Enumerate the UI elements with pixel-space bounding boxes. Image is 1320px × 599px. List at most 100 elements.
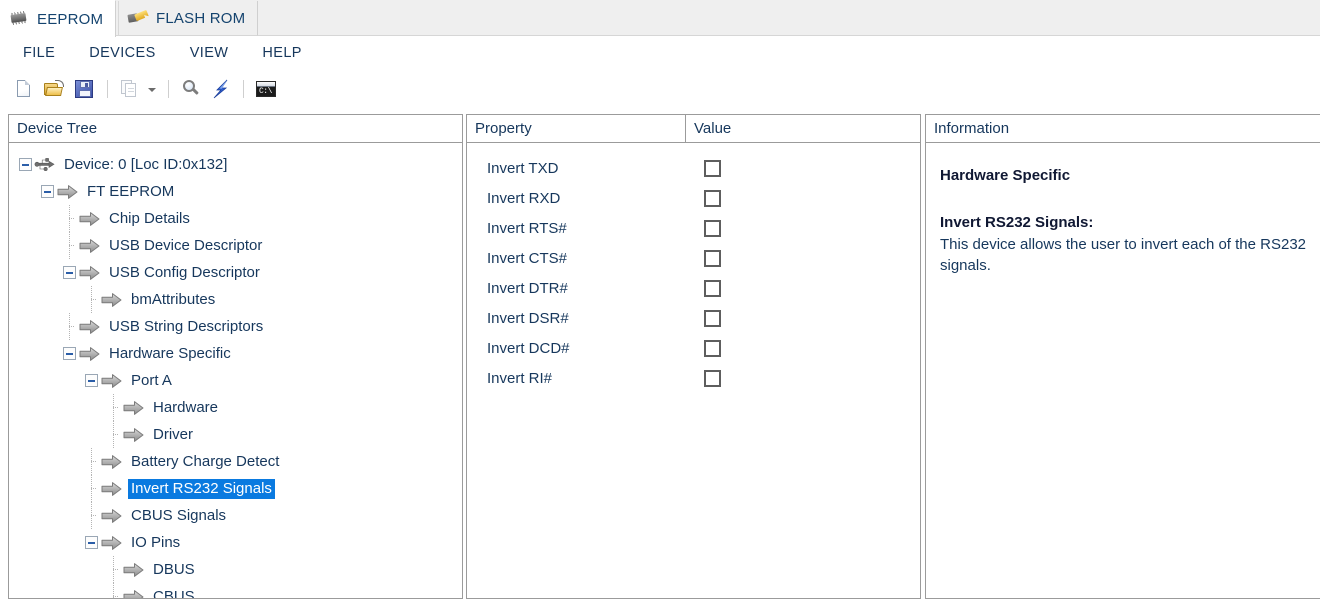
collapse-minus-icon[interactable] [85, 374, 98, 387]
tree-item-label: Invert RS232 Signals [128, 478, 275, 499]
property-value [685, 159, 920, 177]
tab-eeprom[interactable]: EEPROM [0, 0, 117, 37]
property-name: Invert RXD [487, 189, 561, 207]
tree-guide-line [85, 502, 98, 529]
arrow-icon [122, 588, 146, 598]
checkbox-invert-rxd[interactable] [704, 189, 721, 207]
checkbox-invert-txd[interactable] [704, 159, 721, 177]
tree-item-cbus-signals[interactable]: CBUS Signals [9, 502, 462, 529]
tree-item-cbus[interactable]: CBUS [9, 583, 462, 598]
tree-item-hardware-specific[interactable]: Hardware Specific [9, 340, 462, 367]
menu-devices[interactable]: DEVICES [88, 43, 156, 63]
column-header-property[interactable]: Property [467, 115, 686, 142]
collapse-minus-icon[interactable] [85, 536, 98, 549]
tree-item-invert-rs232-signals[interactable]: Invert RS232 Signals [9, 475, 462, 502]
chip-icon [8, 10, 30, 28]
checkbox-invert-dsr[interactable] [704, 309, 721, 327]
checkbox-invert-dtr[interactable] [704, 279, 721, 297]
property-row: Invert RI# [467, 363, 920, 393]
property-row: Invert RXD [467, 183, 920, 213]
property-row: Invert DSR# [467, 303, 920, 333]
property-row: Invert DTR# [467, 273, 920, 303]
property-value [685, 339, 920, 357]
arrow-icon [100, 291, 124, 309]
flash-rom-icon [127, 9, 150, 27]
checkbox-invert-cts[interactable] [704, 249, 721, 267]
tree-item-dbus[interactable]: DBUS [9, 556, 462, 583]
tree-item-bmattributes[interactable]: bmAttributes [9, 286, 462, 313]
program-lightning-icon[interactable] [206, 76, 234, 102]
tree-item-port-a[interactable]: Port A [9, 367, 462, 394]
arrow-icon [78, 345, 102, 363]
tree-item-label: Driver [153, 425, 193, 443]
tree-guide-line [63, 205, 76, 232]
tree-item-label: Port A [131, 371, 172, 389]
eeprom-utility-window: EEPROM FLASH ROM FILE DEVICES VIEW HELP [0, 0, 1320, 599]
arrow-icon [100, 453, 124, 471]
device-tree: Device: 0 [Loc ID:0x132] FT EEPROM Chip De… [9, 143, 462, 598]
save-icon[interactable] [70, 76, 98, 102]
property-value [685, 189, 920, 207]
arrow-icon [100, 534, 124, 552]
arrow-icon [78, 210, 102, 228]
tree-guide-line [107, 583, 120, 598]
property-row: Invert TXD [467, 153, 920, 183]
collapse-minus-icon[interactable] [63, 266, 76, 279]
usb-icon [34, 156, 56, 174]
toolbar-separator-1 [107, 79, 108, 98]
arrow-icon [100, 372, 124, 390]
tab-eeprom-label: EEPROM [37, 10, 104, 28]
tree-guide-line [85, 475, 98, 502]
tree-item-usb-device-descriptor[interactable]: USB Device Descriptor [9, 232, 462, 259]
menu-help[interactable]: HELP [261, 43, 302, 63]
tree-item-hardware[interactable]: Hardware [9, 394, 462, 421]
checkbox-invert-rts[interactable] [704, 219, 721, 237]
tree-item-usb-string-descriptors[interactable]: USB String Descriptors [9, 313, 462, 340]
menu-view[interactable]: VIEW [189, 43, 230, 63]
search-magnifier-icon[interactable] [176, 76, 204, 102]
tab-flash-rom[interactable]: FLASH ROM [118, 1, 259, 36]
arrow-icon [56, 183, 80, 201]
collapse-minus-icon[interactable] [63, 347, 76, 360]
information-subheading: Invert RS232 Signals: [940, 214, 1094, 231]
new-document-icon[interactable] [10, 76, 38, 102]
tree-item-device-0-loc-id-0x132[interactable]: Device: 0 [Loc ID:0x132] [9, 151, 462, 178]
tree-item-chip-details[interactable]: Chip Details [9, 205, 462, 232]
property-row: Invert CTS# [467, 243, 920, 273]
property-name: Invert DSR# [487, 309, 569, 327]
collapse-minus-icon[interactable] [41, 185, 54, 198]
copy-dropdown-caret-icon[interactable] [145, 76, 159, 102]
open-folder-icon[interactable] [40, 76, 68, 102]
tree-item-usb-config-descriptor[interactable]: USB Config Descriptor [9, 259, 462, 286]
tree-item-label: Hardware [153, 398, 219, 416]
property-row: Invert RTS# [467, 213, 920, 243]
copy-icon[interactable] [115, 76, 143, 102]
property-name: Invert TXD [487, 159, 559, 177]
menu-file[interactable]: FILE [22, 43, 56, 63]
toolbar-separator-2 [168, 79, 169, 98]
tree-item-label: IO Pins [131, 533, 181, 551]
tree-guide-line [85, 448, 98, 475]
checkbox-invert-ri[interactable] [704, 369, 721, 387]
arrow-icon [78, 264, 102, 282]
console-icon[interactable]: C:\ [251, 76, 279, 102]
checkbox-invert-dcd[interactable] [704, 339, 721, 357]
collapse-minus-icon[interactable] [19, 158, 32, 171]
tab-strip: EEPROM FLASH ROM [0, 0, 1320, 37]
tree-item-driver[interactable]: Driver [9, 421, 462, 448]
tree-item-label: Chip Details [109, 209, 190, 227]
property-grid-panel: Property Value Invert TXD Invert RXD Inver… [466, 114, 921, 599]
toolbar-separator-3 [243, 79, 244, 98]
device-tree-body[interactable]: Device: 0 [Loc ID:0x132] FT EEPROM Chip De… [9, 143, 462, 598]
information-header: Information [926, 115, 1320, 143]
device-tree-header-label: Device Tree [17, 120, 98, 137]
property-value [685, 219, 920, 237]
tree-item-ft-eeprom[interactable]: FT EEPROM [9, 178, 462, 205]
tree-item-io-pins[interactable]: IO Pins [9, 529, 462, 556]
tree-item-label: Hardware Specific [109, 344, 231, 362]
property-name: Invert DTR# [487, 279, 568, 297]
column-header-value[interactable]: Value [686, 115, 920, 142]
property-grid-header: Property Value [467, 115, 920, 143]
tree-item-battery-charge-detect[interactable]: Battery Charge Detect [9, 448, 462, 475]
property-value [685, 369, 920, 387]
